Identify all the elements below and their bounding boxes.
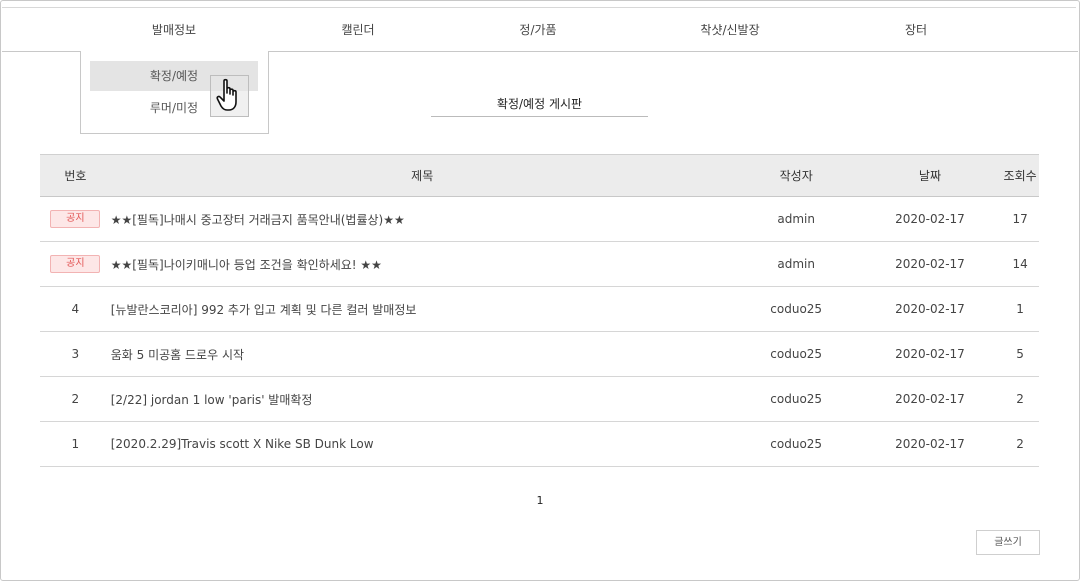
board-title-underline: [431, 116, 648, 117]
row-author: coduo25: [733, 376, 859, 422]
header-views: 조회수: [1001, 154, 1039, 197]
row-views: 17: [1001, 196, 1039, 242]
table-row[interactable]: 3 움화 5 미공홈 드로우 시작 coduo25 2020-02-17 5: [40, 331, 1039, 377]
table-row[interactable]: 1 [2020.2.29]Travis scott X Nike SB Dunk…: [40, 421, 1039, 467]
top-divider: [2, 7, 1076, 8]
write-post-button[interactable]: 글쓰기: [976, 530, 1040, 555]
row-author: coduo25: [733, 421, 859, 467]
post-title-link[interactable]: 움화 5 미공홈 드로우 시작: [110, 331, 734, 377]
table-row-notice[interactable]: 공지 ★★[필독]나이키매니아 등업 조건을 확인하세요! ★★ admin 2…: [40, 241, 1039, 287]
notice-badge: 공지: [50, 210, 101, 228]
nav-item-shoe-closet[interactable]: 착샷/신발장: [700, 21, 759, 38]
nav-item-market[interactable]: 장터: [905, 21, 927, 38]
row-views: 1: [1001, 286, 1039, 332]
row-num: 3: [40, 331, 111, 377]
header-num: 번호: [40, 154, 111, 197]
board-title: 확정/예정 게시판: [496, 97, 583, 111]
nav-divider: [2, 51, 80, 52]
row-views: 2: [1001, 421, 1039, 467]
row-num: 2: [40, 376, 111, 422]
row-author: coduo25: [733, 331, 859, 377]
table-row-notice[interactable]: 공지 ★★[필독]나매시 중고장터 거래금지 품목안내(법률상)★★ admin…: [40, 196, 1039, 242]
post-title-link[interactable]: [2/22] jordan 1 low 'paris' 발매확정: [110, 376, 734, 422]
row-date: 2020-02-17: [858, 286, 1002, 332]
row-num: 공지: [40, 196, 111, 242]
row-num: 4: [40, 286, 111, 332]
nav-item-authenticity[interactable]: 정/가품: [519, 21, 556, 38]
row-author: coduo25: [733, 286, 859, 332]
nav-item-calendar[interactable]: 캘린더: [341, 21, 374, 38]
row-views: 2: [1001, 376, 1039, 422]
header-date: 날짜: [858, 154, 1002, 197]
page-frame: 발매정보 캘린더 정/가품 착샷/신발장 장터 확정/예정 루머/미정 확정/예…: [0, 0, 1080, 581]
row-author: admin: [733, 196, 859, 242]
row-num: 1: [40, 421, 111, 467]
post-table: 번호 제목 작성자 날짜 조회수 공지 ★★[필독]나매시 중고장터 거래금지 …: [40, 154, 1039, 467]
table-row[interactable]: 4 [뉴발란스코리아] 992 추가 입고 계획 및 다른 컬러 발매정보 co…: [40, 286, 1039, 332]
post-title-link[interactable]: ★★[필독]나매시 중고장터 거래금지 품목안내(법률상)★★: [110, 196, 734, 242]
row-date: 2020-02-17: [858, 376, 1002, 422]
row-date: 2020-02-17: [858, 331, 1002, 377]
row-views: 14: [1001, 241, 1039, 287]
header-title: 제목: [110, 154, 734, 197]
row-views: 5: [1001, 331, 1039, 377]
post-title-link[interactable]: ★★[필독]나이키매니아 등업 조건을 확인하세요! ★★: [110, 241, 734, 287]
row-num: 공지: [40, 241, 111, 287]
row-date: 2020-02-17: [858, 196, 1002, 242]
row-author: admin: [733, 241, 859, 287]
table-header-row: 번호 제목 작성자 날짜 조회수: [40, 154, 1039, 197]
nav-divider: [268, 51, 1078, 52]
row-date: 2020-02-17: [858, 241, 1002, 287]
post-title-link[interactable]: [2020.2.29]Travis scott X Nike SB Dunk L…: [110, 421, 734, 467]
hand-pointer-icon: [216, 78, 237, 111]
notice-badge: 공지: [50, 255, 101, 273]
header-author: 작성자: [733, 154, 859, 197]
row-date: 2020-02-17: [858, 421, 1002, 467]
table-row[interactable]: 2 [2/22] jordan 1 low 'paris' 발매확정 coduo…: [40, 376, 1039, 422]
cursor-highlight: [210, 75, 249, 117]
pagination-page-1[interactable]: 1: [531, 494, 549, 507]
post-title-link[interactable]: [뉴발란스코리아] 992 추가 입고 계획 및 다른 컬러 발매정보: [110, 286, 734, 332]
nav-item-release-info[interactable]: 발매정보: [152, 21, 196, 38]
